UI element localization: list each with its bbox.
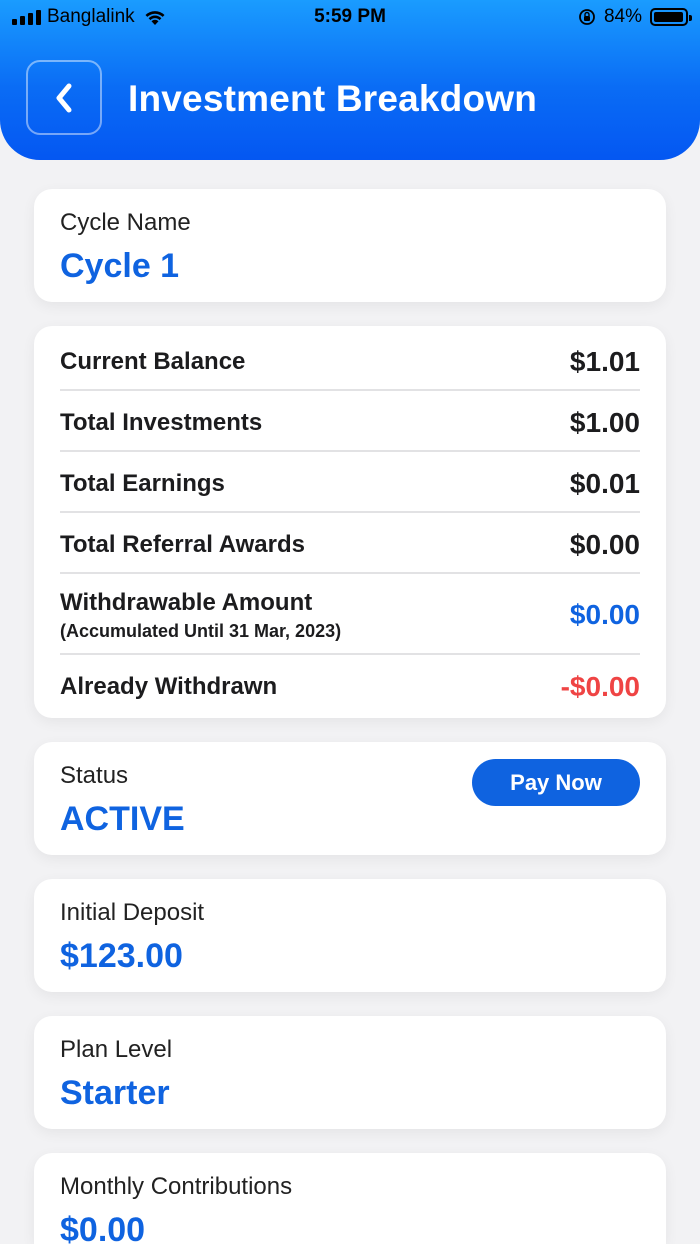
divider	[60, 511, 640, 513]
summary-row-withdrawable-amount: Withdrawable Amount (Accumulated Until 3…	[60, 578, 640, 652]
row-value: $0.01	[569, 467, 640, 499]
divider	[60, 572, 640, 574]
initial-deposit-card: Initial Deposit $123.00	[34, 879, 666, 992]
back-button[interactable]	[26, 60, 102, 135]
monthly-contributions-card: Monthly Contributions $0.00	[34, 1153, 666, 1244]
summary-row-total-investments: Total Investments $1.00	[60, 392, 640, 453]
row-label: Withdrawable Amount	[60, 588, 313, 616]
status-bar-right: 84%	[578, 6, 692, 28]
status-label: Status	[60, 762, 129, 789]
row-label: Already Withdrawn	[60, 672, 278, 700]
rotation-lock-icon	[579, 9, 595, 25]
initial-deposit-label: Initial Deposit	[60, 899, 205, 926]
page-title: Investment Breakdown	[128, 78, 538, 119]
plan-level-value: Starter	[60, 1074, 170, 1112]
status-value: ACTIVE	[60, 800, 185, 838]
monthly-contributions-label: Monthly Contributions	[60, 1173, 293, 1200]
row-value: $1.00	[569, 406, 640, 438]
monthly-contributions-value: $0.00	[60, 1211, 146, 1244]
divider	[60, 389, 640, 391]
cycle-name-value: Cycle 1	[60, 247, 180, 285]
divider	[60, 653, 640, 655]
row-label: Total Earnings	[60, 469, 225, 497]
pay-now-button[interactable]: Pay Now	[472, 759, 640, 806]
status-card: Status ACTIVE Pay Now	[34, 742, 666, 855]
summary-row-total-earnings: Total Earnings $0.01	[60, 453, 640, 514]
cycle-name-label: Cycle Name	[60, 209, 191, 236]
summary-row-already-withdrawn: Already Withdrawn -$0.00	[60, 656, 640, 717]
initial-deposit-value: $123.00	[60, 937, 183, 975]
row-label: Current Balance	[60, 347, 246, 375]
plan-level-card: Plan Level Starter	[34, 1016, 666, 1129]
plan-level-label: Plan Level	[60, 1036, 173, 1063]
summary-row-current-balance: Current Balance $1.01	[60, 331, 640, 392]
row-value: $0.00	[569, 528, 640, 560]
row-label: Total Investments	[60, 408, 263, 436]
battery-icon	[650, 8, 692, 26]
row-value: $0.00	[569, 599, 640, 630]
row-label: Total Referral Awards	[60, 530, 305, 558]
battery-percentage: 84%	[603, 6, 642, 27]
chevron-left-icon	[56, 83, 72, 112]
row-sublabel: (Accumulated Until 31 Mar, 2023)	[60, 620, 342, 641]
row-value: -$0.00	[560, 670, 640, 702]
row-label-group: Withdrawable Amount (Accumulated Until 3…	[60, 589, 341, 642]
status-bar: Banglalink 5:59 PM 84%	[0, 0, 700, 36]
divider	[60, 450, 640, 452]
cycle-name-card: Cycle Name Cycle 1	[34, 189, 666, 302]
balance-summary-card: Current Balance $1.01 Total Investments …	[34, 326, 666, 718]
row-value: $1.01	[569, 345, 640, 377]
summary-row-referral-awards: Total Referral Awards $0.00	[60, 514, 640, 575]
